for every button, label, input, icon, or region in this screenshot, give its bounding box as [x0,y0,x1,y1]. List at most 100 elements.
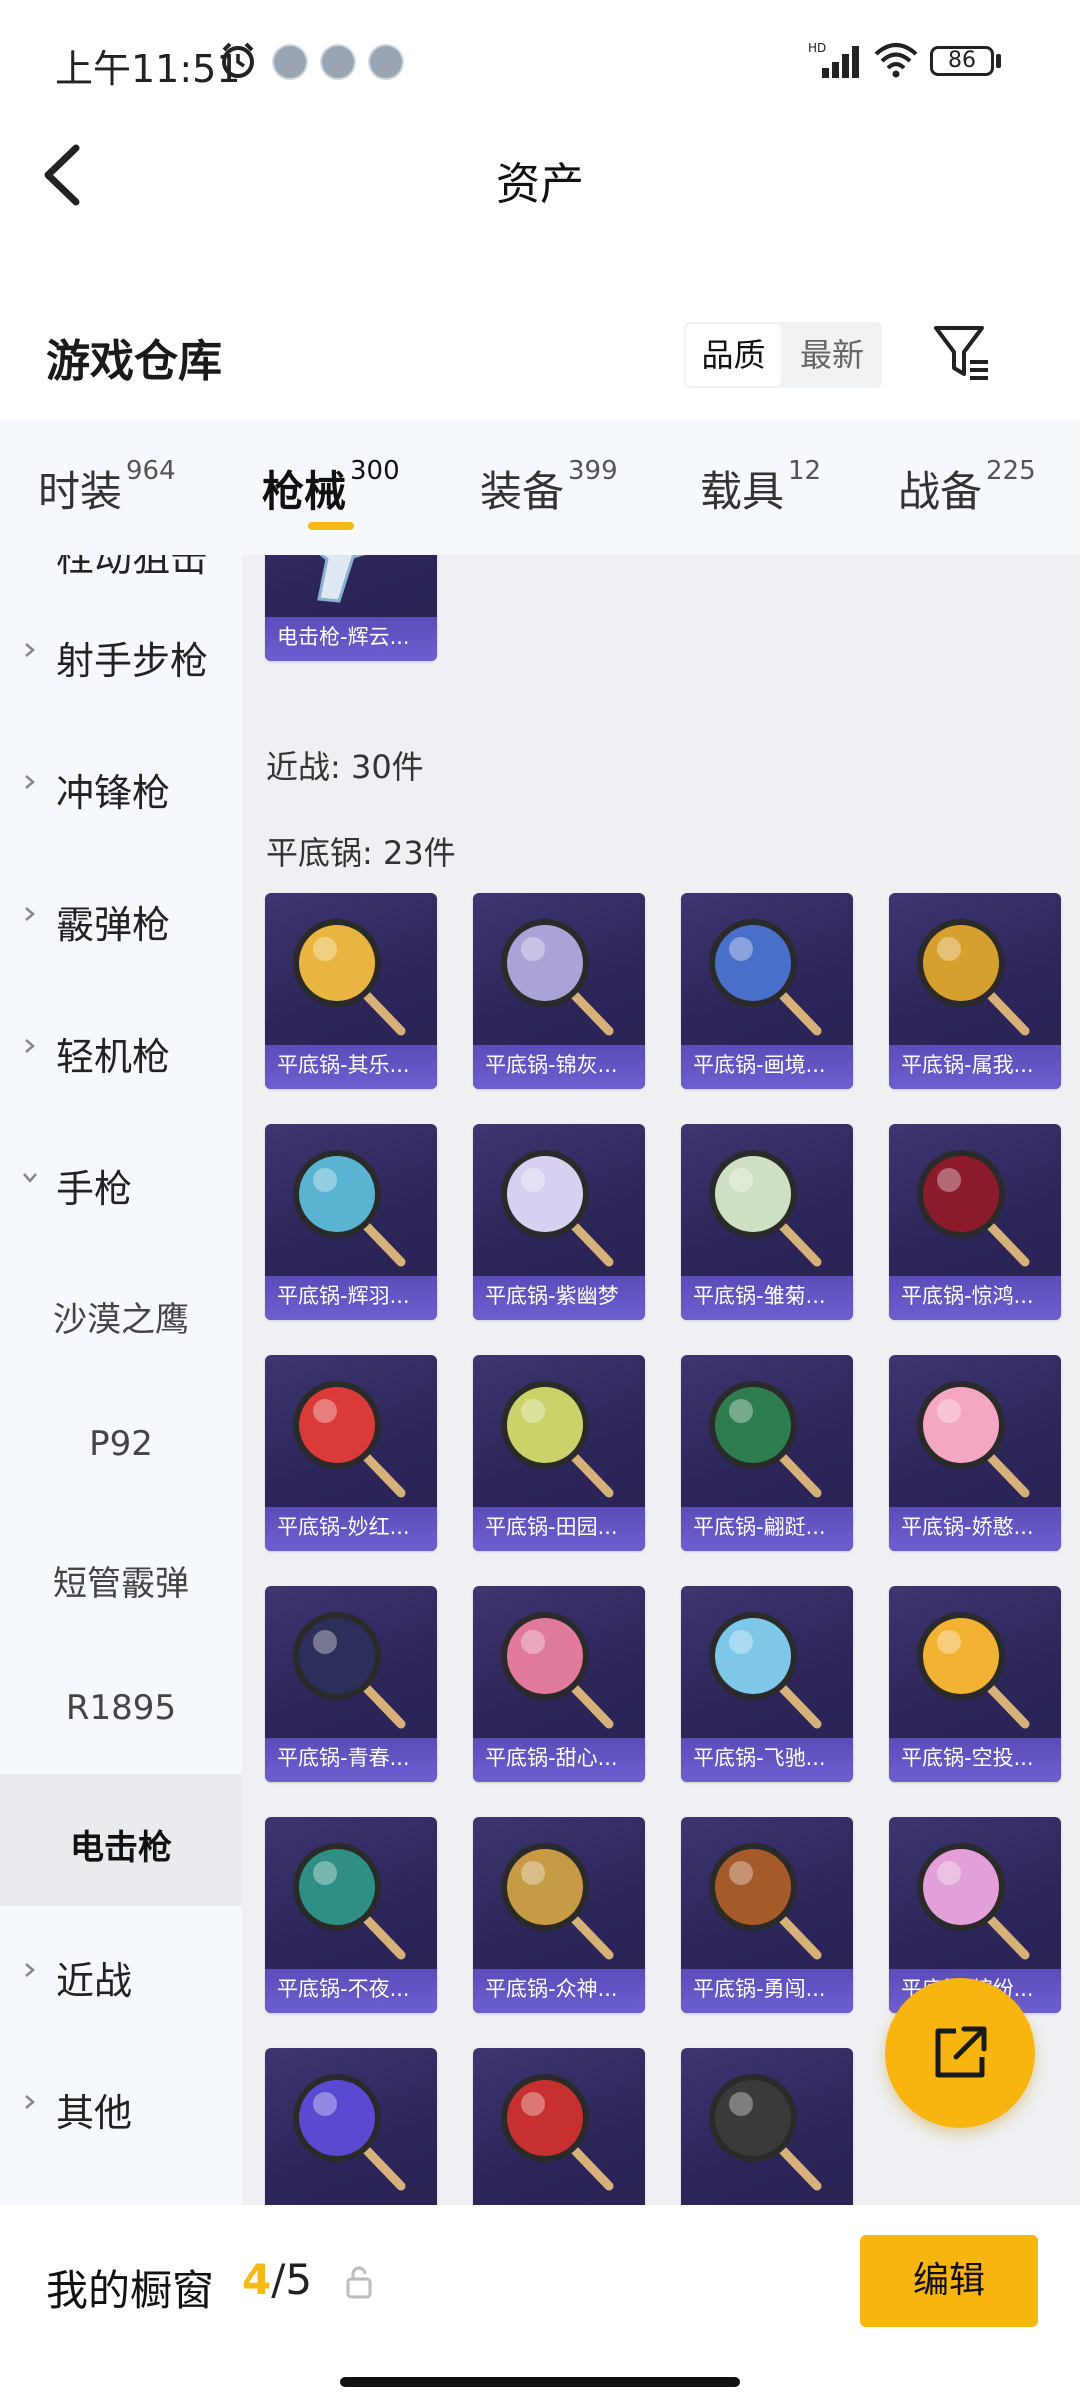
sidebar-item-smg[interactable]: 冲锋枪 [0,718,242,850]
item-name: 平底锅-属我... [901,1053,1034,1077]
filter-icon[interactable] [932,322,992,384]
frying-pan-icon [293,1612,406,1729]
tab-guns[interactable]: 枪械 300 [262,456,400,519]
item-card-pan[interactable]: 平底锅-锦灰... [473,893,645,1089]
item-card-pan[interactable]: 平底锅-众神... [473,1817,645,2013]
item-card-pan[interactable]: 平底锅-娇憨... [889,1355,1061,1551]
sidebar-subitem-p92[interactable]: P92 [0,1378,242,1510]
sidebar-item-melee[interactable]: 近战 [0,1906,242,2038]
item-card-pan[interactable]: 平底锅-画境... [681,893,853,1089]
frying-pan-icon [293,1843,406,1960]
sidebar-subitem-r1895[interactable]: R1895 [0,1642,242,1774]
item-name: 平底锅-勇闯... [693,1977,826,2001]
item-name: 平底锅-不夜... [277,1977,410,2001]
item-card-pan[interactable] [473,2048,645,2205]
sidebar-subitem-sawed-off[interactable]: 短管霰弹 [0,1510,242,1642]
tab-label: 时装 [38,467,123,516]
sidebar: 栓动狙击 射手步枪 冲锋枪 霰弹枪 轻机枪 手枪 沙漠之鹰 P92 短管霰弹 R… [0,555,242,2205]
item-card-pan[interactable]: 平底锅-惊鸿... [889,1124,1061,1320]
tab-count: 300 [350,456,400,486]
notification-icon [272,44,308,80]
frying-pan-icon [501,919,614,1036]
item-card-pan[interactable]: 平底锅-勇闯... [681,1817,853,2013]
item-name: 平底锅-妙红... [277,1515,410,1539]
item-card-pan[interactable]: 平底锅-青春... [265,1586,437,1782]
sort-quality-button[interactable]: 品质 [686,324,781,386]
sidebar-subitem-desert-eagle[interactable]: 沙漠之鹰 [0,1246,242,1378]
chevron-right-icon [25,907,35,921]
sidebar-item-pistol[interactable]: 手枪 [0,1114,242,1246]
item-name: 平底锅-众神... [485,1977,618,2001]
sidebar-item-label: 轻机枪 [56,1035,171,1079]
share-button[interactable] [885,1978,1035,2128]
item-card-pan[interactable]: 平底锅-辉羽... [265,1124,437,1320]
sidebar-item-lmg[interactable]: 轻机枪 [0,982,242,1114]
sidebar-item-other[interactable]: 其他 [0,2038,242,2170]
frying-pan-icon [709,2074,822,2191]
sort-latest-button[interactable]: 最新 [784,322,880,388]
chevron-right-icon [25,1039,35,1053]
item-name: 平底锅-飞驰... [693,1746,826,1770]
tab-fashion[interactable]: 时装 964 [38,456,176,519]
frying-pan-icon [709,1381,822,1498]
frying-pan-icon [293,1381,406,1498]
chevron-right-icon [25,2095,35,2109]
sidebar-item-shotgun[interactable]: 霰弹枪 [0,850,242,982]
frying-pan-icon [293,919,406,1036]
item-card-pan[interactable]: 平底锅-翩跹... [681,1355,853,1551]
chevron-down-icon [23,1173,37,1183]
sidebar-subitem-taser[interactable]: 电击枪 [0,1774,242,1906]
item-name: 平底锅-其乐... [277,1053,410,1077]
item-name: 平底锅-雏菊... [693,1284,826,1308]
item-name: 平底锅-惊鸿... [901,1284,1034,1308]
item-card-pan[interactable]: 平底锅-空投... [889,1586,1061,1782]
tab-count: 12 [788,456,822,486]
item-name: 平底锅-甜心... [485,1746,618,1770]
alarm-icon [222,42,254,78]
tab-count: 964 [126,456,176,486]
battery-level: 86 [948,48,976,73]
external-link-icon [935,2026,987,2078]
svg-text:HD: HD [808,41,826,55]
item-card-pan[interactable]: 平底锅-飞驰... [681,1586,853,1782]
frying-pan-icon [709,1150,822,1267]
item-card-pan[interactable]: 平底锅-紫幽梦 [473,1124,645,1320]
tab-label: 战备 [898,467,983,516]
sidebar-item-label: 栓动狙击 [56,555,209,580]
tab-count: 399 [568,456,618,486]
warehouse-title: 游戏仓库 [46,336,222,387]
tab-combat-gear[interactable]: 战备 225 [898,456,1036,519]
tab-equipment[interactable]: 装备 399 [480,456,618,519]
item-grid-area: 电击枪-辉云... 近战: 30件 平底锅: 23件 平底锅-其乐... 平底锅-… [242,555,1080,2205]
sidebar-item-marksman-rifle[interactable]: 射手步枪 [0,586,242,718]
frying-pan-icon [501,1843,614,1960]
item-card-pan[interactable]: 平底锅-田园... [473,1355,645,1551]
page-title: 资产 [496,159,584,210]
sidebar-subitem-label: P92 [89,1424,153,1464]
edit-button[interactable]: 编辑 [860,2235,1038,2327]
battery-icon: 86 [930,46,994,76]
tab-vehicles[interactable]: 载具 12 [700,456,822,519]
status-time: 上午11:51 [55,47,241,91]
sidebar-item-label: 射手步枪 [56,639,209,683]
sidebar-subitem-label: 沙漠之鹰 [53,1300,189,1340]
item-name: 平底锅-娇憨... [901,1515,1034,1539]
active-tab-indicator [308,522,354,530]
taser-icon [317,555,366,603]
frying-pan-icon [917,1843,1030,1960]
item-card-pan[interactable] [681,2048,853,2205]
item-card-pan[interactable]: 平底锅-妙红... [265,1355,437,1551]
lock-icon [346,2266,372,2299]
item-card-pan[interactable]: 平底锅-其乐... [265,893,437,1089]
item-card-taser[interactable]: 电击枪-辉云... [265,555,437,661]
item-card-pan[interactable]: 平底锅-雏菊... [681,1124,853,1320]
frying-pan-icon [501,1612,614,1729]
item-card-pan[interactable]: 平底锅-不夜... [265,1817,437,2013]
battery-tip [996,54,1001,68]
item-name: 电击枪-辉云... [277,625,410,649]
item-card-pan[interactable] [265,2048,437,2205]
item-card-pan[interactable]: 平底锅-属我... [889,893,1061,1089]
item-card-pan[interactable]: 平底锅-甜心... [473,1586,645,1782]
showcase-count: 4/5 [242,2255,312,2304]
frying-pan-icon [917,1612,1030,1729]
